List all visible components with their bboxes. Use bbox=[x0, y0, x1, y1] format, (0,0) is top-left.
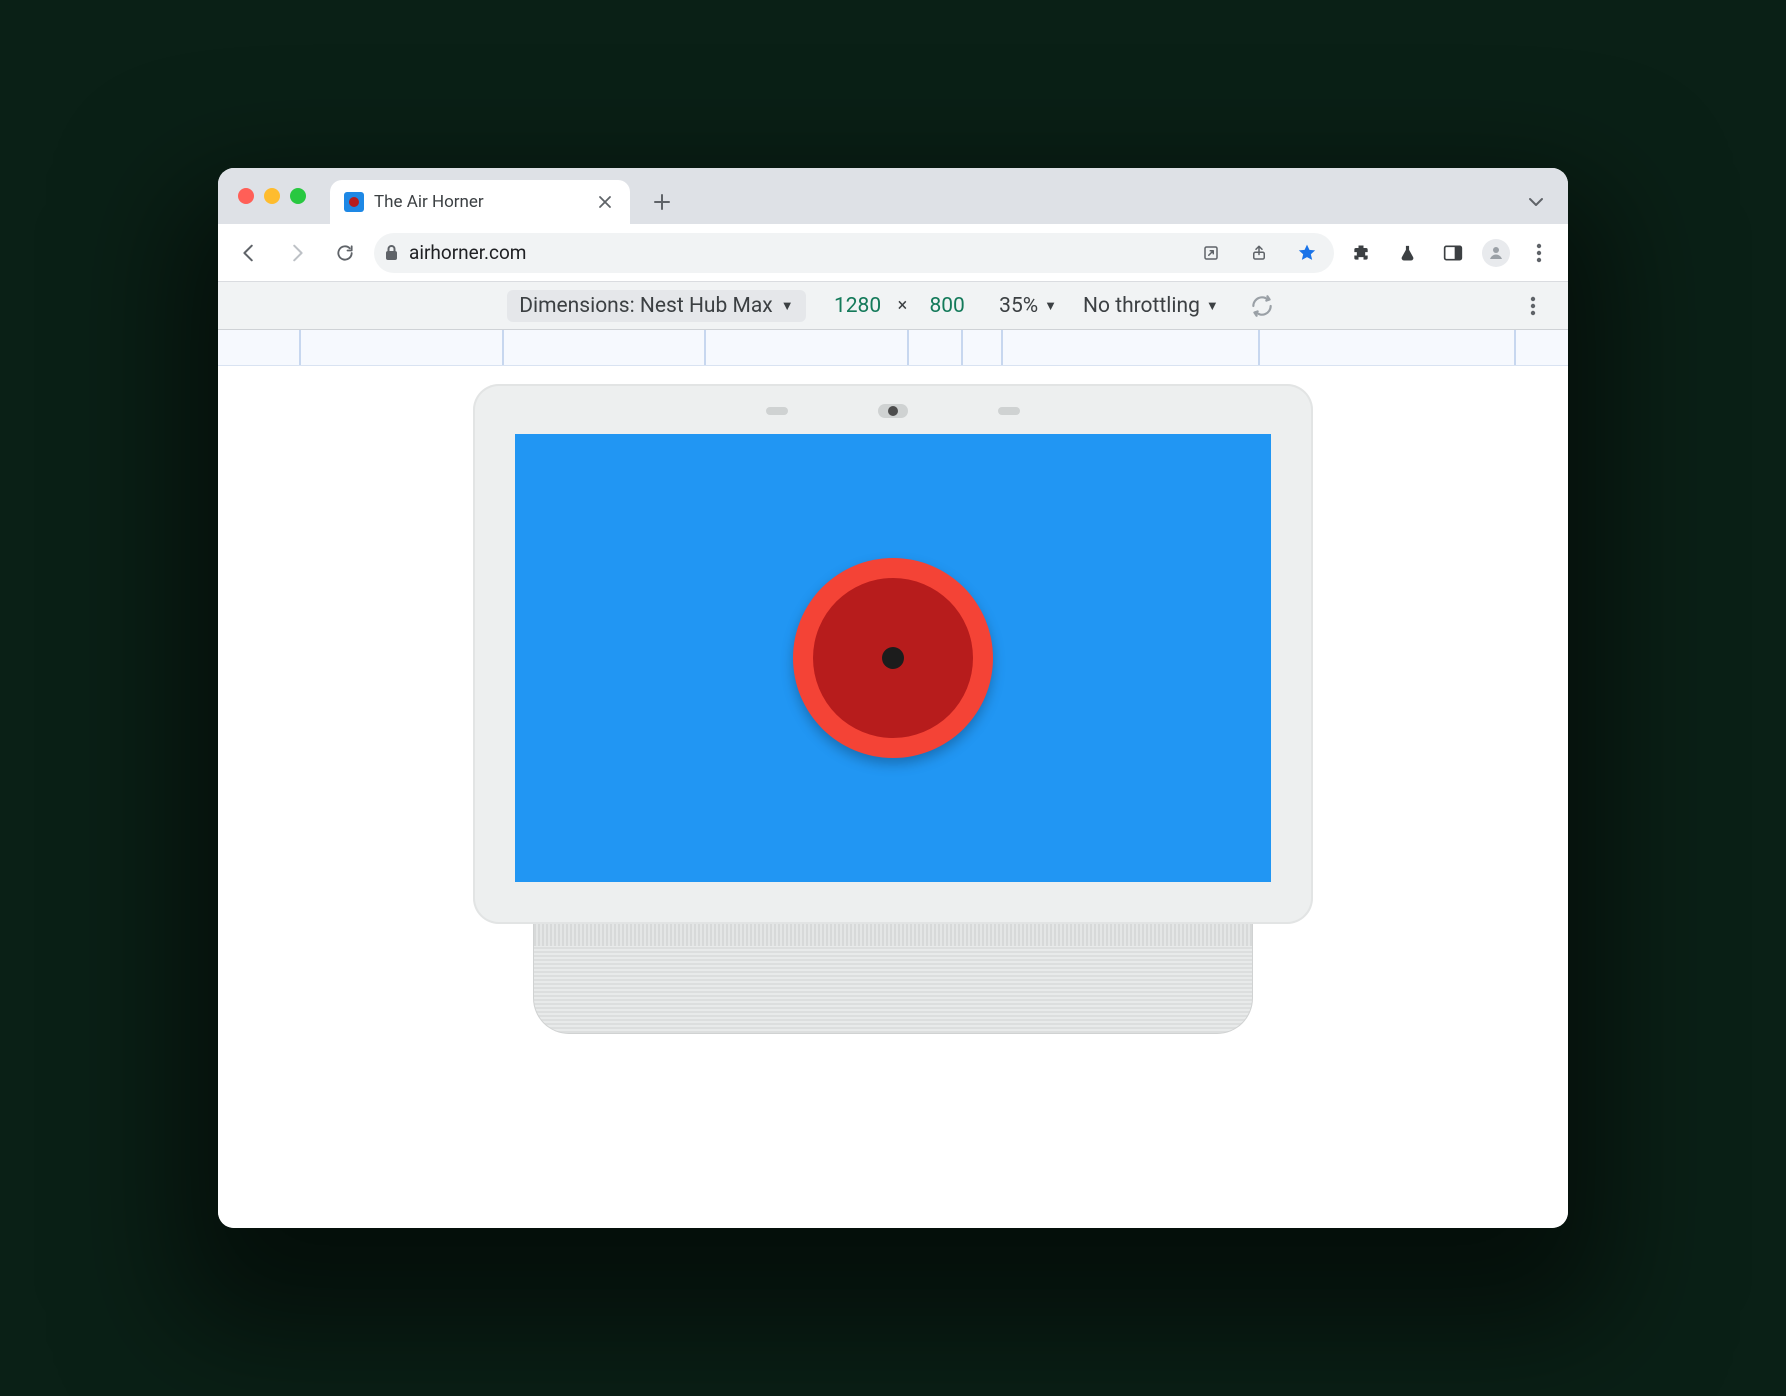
device-toolbar-more-button[interactable] bbox=[1516, 289, 1550, 323]
lock-icon bbox=[384, 244, 399, 261]
close-tab-button[interactable] bbox=[594, 191, 616, 213]
device-selector[interactable]: Dimensions: Nest Hub Max ▼ bbox=[507, 290, 805, 322]
favicon-icon bbox=[344, 192, 364, 212]
zoom-value: 35% bbox=[999, 294, 1038, 318]
airhorn-inner-circle bbox=[813, 578, 973, 738]
width-input[interactable]: 1280 bbox=[832, 294, 884, 318]
sensor-pill-icon bbox=[766, 407, 788, 415]
reload-button[interactable] bbox=[326, 234, 364, 272]
browser-window: The Air Horner airhorner.com bbox=[218, 168, 1568, 1228]
omnibox-trailing-icons bbox=[1194, 236, 1324, 270]
caret-down-icon: ▼ bbox=[781, 298, 794, 314]
throttling-selector[interactable]: No throttling ▼ bbox=[1083, 294, 1219, 318]
tabs-dropdown-button[interactable] bbox=[1518, 184, 1554, 220]
share-icon[interactable] bbox=[1242, 236, 1276, 270]
window-zoom-button[interactable] bbox=[290, 188, 306, 204]
nest-hub-max-frame bbox=[473, 384, 1313, 1034]
airhorn-center-dot bbox=[882, 647, 904, 669]
device-screen[interactable] bbox=[515, 434, 1271, 882]
tab-title: The Air Horner bbox=[374, 192, 584, 212]
zoom-selector[interactable]: 35% ▼ bbox=[999, 294, 1057, 318]
dimension-x-icon: × bbox=[898, 295, 908, 316]
device-sensors bbox=[473, 404, 1313, 418]
window-controls bbox=[238, 168, 306, 224]
window-close-button[interactable] bbox=[238, 188, 254, 204]
tab-strip: The Air Horner bbox=[218, 168, 1568, 224]
labs-flask-icon[interactable] bbox=[1390, 236, 1424, 270]
bookmark-star-icon[interactable] bbox=[1290, 236, 1324, 270]
window-minimize-button[interactable] bbox=[264, 188, 280, 204]
height-input[interactable]: 800 bbox=[921, 294, 973, 318]
caret-down-icon: ▼ bbox=[1044, 298, 1057, 314]
open-external-icon[interactable] bbox=[1194, 236, 1228, 270]
toolbar-actions bbox=[1344, 236, 1556, 270]
airhorn-button[interactable] bbox=[793, 558, 993, 758]
device-selector-label: Dimensions: Nest Hub Max bbox=[519, 294, 772, 318]
toolbar: airhorner.com bbox=[218, 224, 1568, 282]
caret-down-icon: ▼ bbox=[1206, 298, 1219, 314]
back-button[interactable] bbox=[230, 234, 268, 272]
url-text: airhorner.com bbox=[409, 241, 1184, 264]
address-bar[interactable]: airhorner.com bbox=[374, 233, 1334, 273]
ruler bbox=[218, 330, 1568, 366]
sensor-pill-icon bbox=[998, 407, 1020, 415]
tab-active[interactable]: The Air Horner bbox=[330, 180, 630, 224]
profile-avatar-button[interactable] bbox=[1482, 239, 1510, 267]
device-viewport bbox=[218, 366, 1568, 1228]
extensions-icon[interactable] bbox=[1344, 236, 1378, 270]
dimension-inputs: 1280 × 800 bbox=[832, 294, 974, 318]
throttling-value: No throttling bbox=[1083, 294, 1200, 318]
device-bezel bbox=[473, 384, 1313, 924]
side-panel-icon[interactable] bbox=[1436, 236, 1470, 270]
more-menu-button[interactable] bbox=[1522, 236, 1556, 270]
device-toolbar: Dimensions: Nest Hub Max ▼ 1280 × 800 35… bbox=[218, 282, 1568, 330]
camera-icon bbox=[878, 404, 908, 418]
new-tab-button[interactable] bbox=[644, 184, 680, 220]
device-base bbox=[513, 918, 1273, 1034]
forward-button[interactable] bbox=[278, 234, 316, 272]
rotate-device-button[interactable] bbox=[1245, 289, 1279, 323]
